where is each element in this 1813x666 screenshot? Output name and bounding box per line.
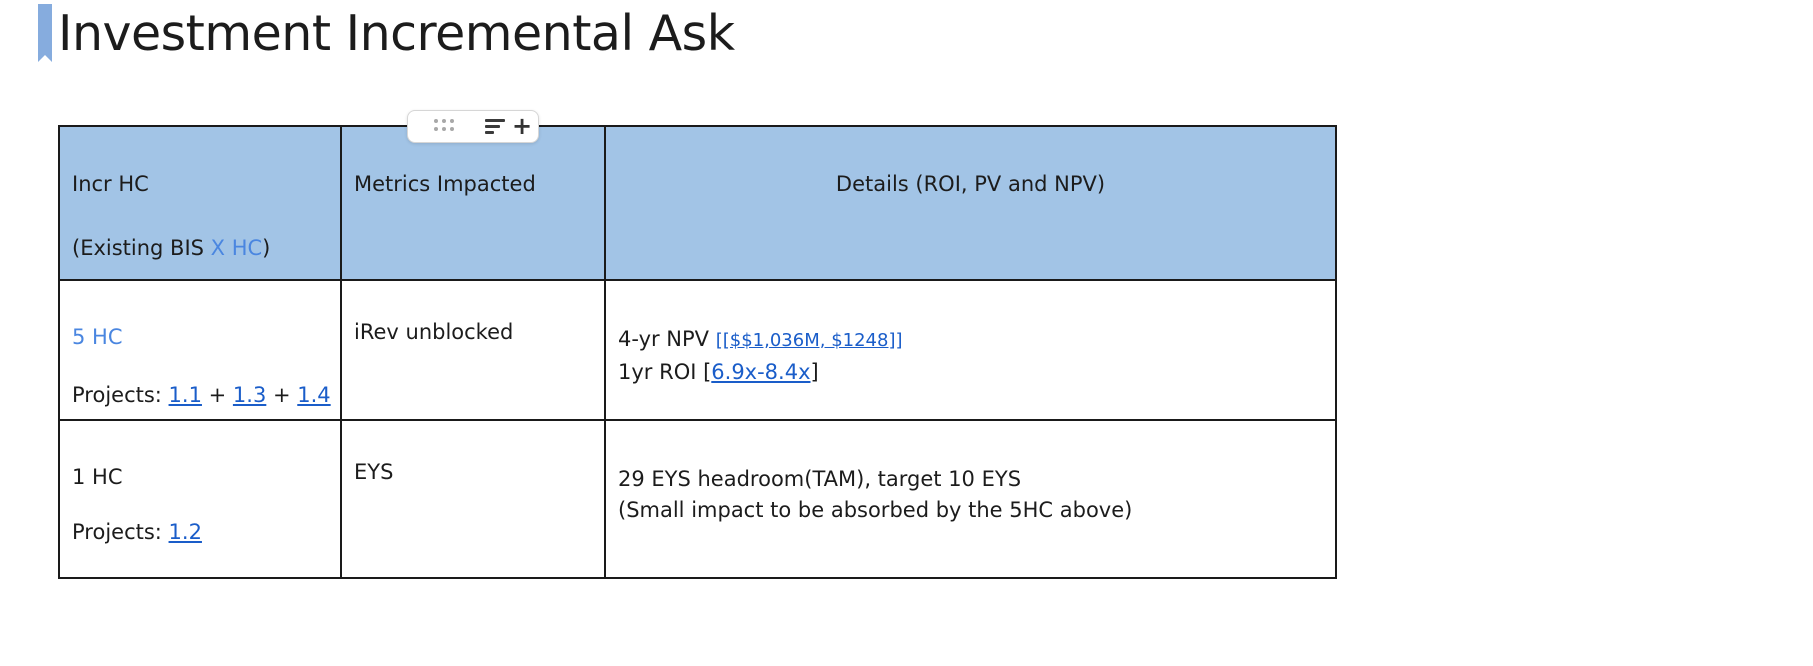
heading-block: Investment Incremental Ask xyxy=(38,4,735,62)
row1-detail-cell[interactable]: 4-yr NPV [[$$1,036M, $1248]] 1yr ROI [6.… xyxy=(604,279,1337,421)
project-link-1-3[interactable]: 1.3 xyxy=(233,383,266,407)
header-existing-hc: (Existing BIS X HC) xyxy=(72,236,271,260)
row1-hc-value: 5 HC xyxy=(72,325,123,349)
drag-handle-icon[interactable] xyxy=(434,119,456,133)
row1-npv-line: 4-yr NPV [[$$1,036M, $1248]] xyxy=(618,327,903,351)
row2-metric: EYS xyxy=(354,460,394,484)
row1-hc-cell[interactable]: 5 HC Projects: 1.1 + 1.3 + 1.4 xyxy=(58,279,342,421)
header-cell-metrics[interactable]: Metrics Impacted xyxy=(340,125,606,281)
row2-hc-value: 1 HC xyxy=(72,465,123,489)
roi-link[interactable]: 6.9x-8.4x xyxy=(711,360,810,384)
project-link-1-2[interactable]: 1.2 xyxy=(169,520,202,544)
project-link-1-4[interactable]: 1.4 xyxy=(297,383,330,407)
table-row: 5 HC Projects: 1.1 + 1.3 + 1.4 iRev unbl… xyxy=(58,279,1337,421)
header-cell-details[interactable]: Details (ROI, PV and NPV) xyxy=(604,125,1337,281)
row1-metric: iRev unblocked xyxy=(354,320,514,344)
npv-link[interactable]: [[$$1,036M, $1248]] xyxy=(716,330,903,351)
row2-detail-cell[interactable]: 29 EYS headroom(TAM), target 10 EYS (Sma… xyxy=(604,419,1337,579)
table-header-row: Incr HC (Existing BIS X HC) Metrics Impa… xyxy=(58,125,1337,281)
row1-roi-line: 1yr ROI [6.9x-8.4x] xyxy=(618,360,819,384)
header-incr-hc-label: Incr HC xyxy=(72,172,149,196)
heading-marker-icon xyxy=(38,4,52,62)
row1-projects: Projects: 1.1 + 1.3 + 1.4 xyxy=(72,383,331,407)
project-link-1-1[interactable]: 1.1 xyxy=(169,383,202,407)
row1-metric-cell[interactable]: iRev unblocked xyxy=(340,279,606,421)
row2-projects: Projects: 1.2 xyxy=(72,520,202,544)
investment-table: Incr HC (Existing BIS X HC) Metrics Impa… xyxy=(58,125,1337,579)
header-details-label: Details (ROI, PV and NPV) xyxy=(835,172,1106,196)
existing-hc-highlight: X HC xyxy=(210,236,263,260)
row2-impact-line: (Small impact to be absorbed by the 5HC … xyxy=(618,498,1133,522)
row2-hc-cell[interactable]: 1 HC Projects: 1.2 xyxy=(58,419,342,579)
page-title: Investment Incremental Ask xyxy=(58,4,735,62)
table-row: 1 HC Projects: 1.2 EYS 29 EYS headroom(T… xyxy=(58,419,1337,579)
document-page: Investment Incremental Ask + Incr HC (Ex… xyxy=(0,0,1813,666)
header-metrics-label: Metrics Impacted xyxy=(354,172,536,196)
align-left-icon[interactable] xyxy=(485,119,505,135)
row2-metric-cell[interactable]: EYS xyxy=(340,419,606,579)
row2-tam-line: 29 EYS headroom(TAM), target 10 EYS xyxy=(618,467,1022,491)
plus-icon[interactable]: + xyxy=(512,113,532,139)
table-toolbar: + xyxy=(407,110,539,143)
header-cell-incr-hc[interactable]: Incr HC (Existing BIS X HC) xyxy=(58,125,342,281)
